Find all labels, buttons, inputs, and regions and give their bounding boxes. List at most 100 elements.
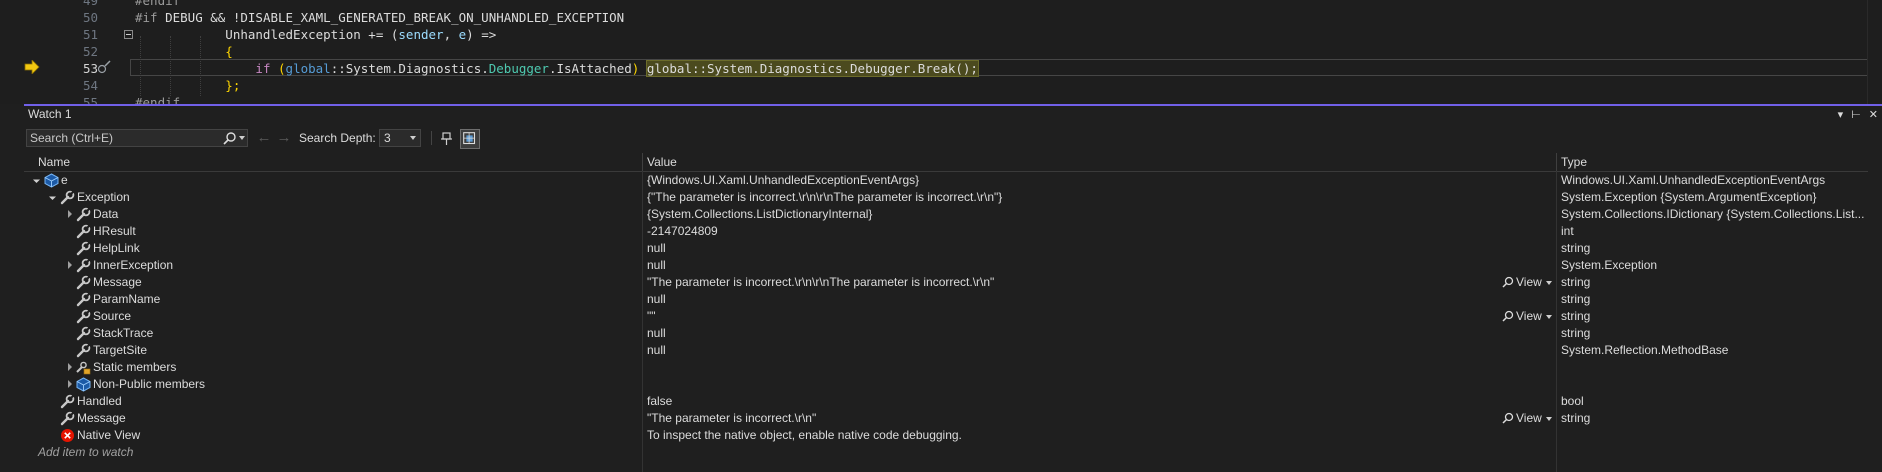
watch-type [1561, 359, 1866, 376]
watch-type: bool [1561, 394, 1584, 408]
search-box[interactable] [26, 129, 248, 147]
watch-type: System.Collections.IDictionary {System.C… [1561, 207, 1865, 221]
watch-type: System.Exception [1561, 258, 1658, 272]
search-next-arrow-icon[interactable]: → [276, 129, 292, 147]
code-line[interactable]: 53 if (global::System.Diagnostics.Debugg… [0, 60, 1870, 77]
code-line[interactable]: 52 { [0, 43, 1870, 60]
code-token: Debugger [488, 61, 549, 76]
watch-name: Non-Public members [93, 377, 206, 391]
code-line[interactable]: 51 UnhandledException += (sender, e) => [0, 26, 1870, 43]
search-input[interactable] [30, 130, 210, 146]
watch-name: HelpLink [93, 241, 140, 255]
watch-row[interactable]: e {Windows.UI.Xaml.UnhandledExceptionEven… [24, 172, 1882, 189]
watch-row[interactable]: HelpLink null string [24, 240, 1882, 257]
chevron-down-icon [410, 136, 416, 140]
breakpoint-settings-icon[interactable] [97, 60, 113, 74]
add-item-to-watch[interactable]: Add item to watch [38, 444, 133, 461]
chevron-down-icon[interactable] [1546, 315, 1552, 319]
watch-value[interactable]: null [647, 240, 1507, 257]
watch-value[interactable]: -2147024809 [647, 223, 1507, 240]
watch-row[interactable]: Native View To inspect the native object,… [24, 427, 1882, 444]
auto-hide-pin-icon[interactable]: ⊢ [1851, 108, 1861, 121]
watch-row[interactable]: HResult -2147024809 int [24, 223, 1882, 240]
code-text[interactable]: UnhandledException += (sender, e) => [135, 26, 496, 43]
expand-collapsed-icon[interactable] [68, 363, 72, 371]
code-line[interactable]: 54 }; [0, 77, 1870, 94]
watch-vertical-scrollbar[interactable] [1868, 171, 1882, 472]
watch-row[interactable]: Exception {"The parameter is incorrect.\r… [24, 189, 1882, 206]
watch-title-bar[interactable]: Watch 1 ▾ ⊢ ✕ [24, 106, 1882, 123]
watch-value[interactable]: {"The parameter is incorrect.\r\n\r\nThe… [647, 189, 1507, 206]
code-text[interactable]: #endif [135, 0, 180, 9]
watch-row[interactable]: Handled false bool [24, 393, 1882, 410]
watch-value[interactable]: {System.Collections.ListDictionaryIntern… [647, 206, 1507, 223]
watch-type: System.Exception {System.ArgumentExcepti… [1561, 190, 1817, 204]
expand-open-icon[interactable] [48, 192, 57, 201]
code-text[interactable]: { [135, 43, 233, 60]
search-icon[interactable] [223, 131, 237, 145]
code-token: #endif [135, 0, 181, 8]
watch-value[interactable]: {Windows.UI.Xaml.UnhandledExceptionEvent… [647, 172, 1507, 189]
watch-value[interactable]: false [647, 393, 1507, 410]
code-line[interactable]: 50 #if DEBUG && !DISABLE_XAML_GENERATED_B… [0, 9, 1870, 26]
watch-value[interactable]: "" [647, 308, 1507, 325]
watch-value[interactable]: null [647, 325, 1507, 342]
column-resizer[interactable] [1556, 153, 1557, 171]
column-header-value[interactable]: Value [647, 155, 677, 169]
fold-collapse-icon[interactable] [124, 30, 133, 39]
watch-row[interactable]: Data {System.Collections.ListDictionaryIn… [24, 206, 1882, 223]
watch-row[interactable]: Message "The parameter is incorrect.\r\n"… [24, 410, 1882, 427]
watch-name: Exception [77, 190, 130, 204]
watch-value[interactable]: "The parameter is incorrect.\r\n" [647, 410, 1507, 427]
watch-value[interactable]: null [647, 257, 1507, 274]
variable-icon [44, 173, 59, 188]
code-text[interactable]: #endif [135, 94, 180, 104]
code-text[interactable]: }; [135, 77, 240, 94]
watch-value[interactable]: null [647, 342, 1507, 359]
watch-row[interactable]: ParamName null string [24, 291, 1882, 308]
error-icon [61, 429, 74, 442]
watch-value[interactable]: To inspect the native object, enable nat… [647, 427, 1507, 444]
code-text[interactable]: if (global::System.Diagnostics.Debugger.… [135, 60, 979, 77]
watch-name: Source [93, 309, 132, 323]
editor-vertical-scrollbar[interactable] [1867, 0, 1882, 104]
code-line[interactable]: 55 #endif [0, 94, 1870, 104]
chevron-down-icon[interactable] [1546, 281, 1552, 285]
expand-collapsed-icon[interactable] [68, 380, 72, 388]
window-position-dropdown-icon[interactable]: ▾ [1838, 108, 1844, 121]
watch-row[interactable]: Source "" View string [24, 308, 1882, 325]
line-number: 51 [82, 27, 98, 42]
property-wrench-icon [76, 326, 91, 341]
pin-to-source-button[interactable] [437, 129, 457, 149]
watch-value[interactable] [647, 359, 1507, 376]
chevron-down-icon[interactable] [1546, 417, 1552, 421]
search-options-dropdown-icon[interactable] [239, 136, 245, 140]
column-header-name[interactable]: Name [38, 155, 70, 169]
watch-row[interactable]: Non-Public members [24, 376, 1882, 393]
watch-row[interactable]: TargetSite null System.Reflection.MethodBa… [24, 342, 1882, 359]
watch-value[interactable] [647, 376, 1507, 393]
watch-grid[interactable]: Name Value Type e {Windows.UI.Xaml.Unhand… [24, 153, 1882, 472]
add-item-row[interactable]: Add item to watch [24, 444, 1882, 461]
watch-row[interactable]: Message "The parameter is incorrect.\r\n\… [24, 274, 1882, 291]
code-text[interactable]: #if DEBUG && !DISABLE_XAML_GENERATED_BRE… [135, 9, 624, 26]
expand-collapsed-icon[interactable] [68, 261, 72, 269]
expand-collapsed-icon[interactable] [68, 210, 72, 218]
watch-row[interactable]: StackTrace null string [24, 325, 1882, 342]
column-header-type[interactable]: Type [1561, 155, 1587, 169]
close-icon[interactable]: ✕ [1869, 108, 1878, 121]
expand-open-icon[interactable] [32, 175, 41, 184]
watch-type: string [1561, 309, 1591, 323]
column-resizer[interactable] [642, 153, 643, 171]
watch-value[interactable]: "The parameter is incorrect.\r\n\r\nThe … [647, 274, 1507, 291]
watch-row[interactable]: Static members [24, 359, 1882, 376]
search-previous-arrow-icon[interactable]: ← [256, 129, 272, 147]
code-line[interactable]: 49 #endif [0, 0, 1870, 9]
search-depth-select[interactable]: 3 [379, 129, 421, 147]
code-token: }; [135, 78, 241, 93]
watch-row[interactable]: InnerException null System.Exception [24, 257, 1882, 274]
watch-value[interactable]: null [647, 291, 1507, 308]
code-editor[interactable]: 49 #endif 50 #if DEBUG && !DISABLE_XAML_GEN… [0, 0, 1882, 104]
show-raw-view-button[interactable] [460, 129, 480, 149]
watch-type: string [1561, 275, 1591, 289]
